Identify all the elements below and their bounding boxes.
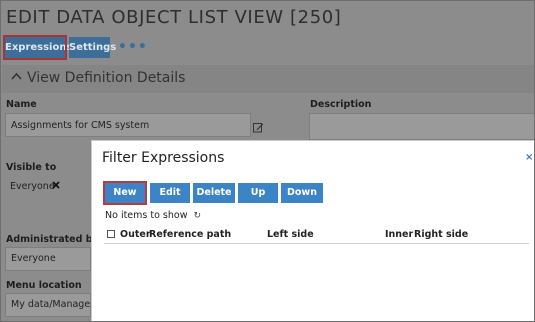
column-left-side[interactable]: Left side (267, 229, 314, 240)
column-outer[interactable]: Outer (120, 229, 151, 240)
refresh-icon[interactable]: ↻ (194, 211, 202, 221)
dialog-title: Filter Expressions (102, 150, 225, 166)
visible-to-field[interactable]: Everyone (5, 176, 91, 200)
filter-expressions-dialog: Filter Expressions × New Edit Delete Up … (91, 140, 534, 321)
new-button[interactable]: New (103, 181, 147, 205)
name-field[interactable]: Assignments for CMS system (5, 113, 251, 137)
app-window: EDIT DATA OBJECT LIST VIEW [250] Express… (0, 0, 535, 322)
administrated-by-field[interactable]: Everyone (5, 247, 91, 271)
page-title: EDIT DATA OBJECT LIST VIEW [250] (6, 7, 342, 28)
tab-expressions[interactable]: Expressions (3, 35, 72, 60)
empty-list-message: No items to show ↻ (105, 210, 201, 221)
column-right-side[interactable]: Right side (414, 229, 468, 240)
administrated-by-label: Administrated by (6, 234, 99, 245)
chevron-up-icon[interactable] (11, 69, 22, 84)
description-field[interactable] (309, 113, 534, 140)
pencil-square-icon[interactable] (253, 118, 264, 133)
more-options-button[interactable]: ••• (118, 39, 148, 55)
edit-button[interactable]: Edit (150, 183, 190, 203)
empty-list-text: No items to show (105, 210, 188, 221)
down-button[interactable]: Down (281, 183, 323, 203)
name-label: Name (6, 99, 37, 110)
visible-to-label: Visible to (6, 162, 57, 173)
select-all-checkbox[interactable] (107, 230, 115, 238)
menu-location-field[interactable]: My data/Manage (5, 293, 91, 317)
description-label: Description (310, 99, 372, 110)
column-reference-path[interactable]: Reference path (149, 229, 231, 240)
close-icon[interactable]: × (525, 152, 533, 163)
tab-settings[interactable]: Settings (69, 37, 116, 58)
visible-to-value: Everyone (10, 181, 55, 192)
menu-location-label: Menu location (6, 280, 82, 291)
close-x-icon[interactable] (52, 181, 60, 192)
section-header[interactable]: View Definition Details (2, 65, 534, 93)
column-inner[interactable]: Inner (385, 229, 413, 240)
table-header: Outer Reference path Left side Inner Rig… (104, 225, 529, 244)
up-button[interactable]: Up (238, 183, 278, 203)
delete-button[interactable]: Delete (193, 183, 235, 203)
section-title: View Definition Details (27, 70, 186, 86)
